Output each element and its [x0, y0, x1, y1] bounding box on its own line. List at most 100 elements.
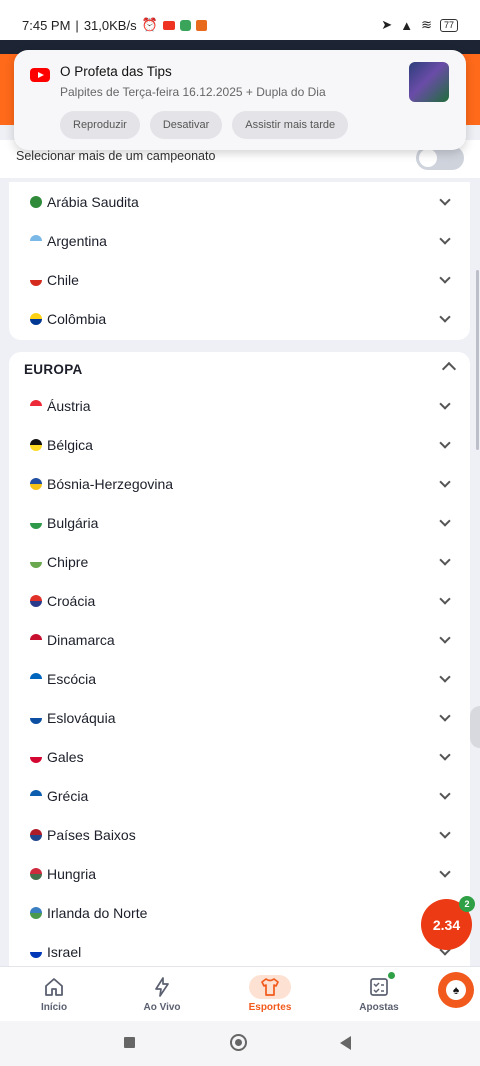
flag-icon — [30, 399, 42, 412]
flag-icon — [30, 828, 42, 841]
clock: 7:45 PM — [22, 17, 71, 33]
country-name: Áustria — [47, 397, 91, 414]
bolt-icon — [150, 975, 174, 999]
chevron-down-icon[interactable] — [439, 397, 451, 410]
notification-title: O Profeta das Tips — [60, 64, 172, 79]
list-item[interactable]: Hungria — [9, 854, 470, 893]
youtube-notification[interactable]: O Profeta das Tips Palpites de Terça-fei… — [14, 50, 466, 150]
odds-value: 2.34 — [432, 916, 461, 933]
list-item[interactable]: Gales — [9, 737, 470, 776]
back-button[interactable] — [340, 1036, 351, 1050]
chevron-down-icon[interactable] — [439, 670, 451, 683]
signal-icon: ▲ — [400, 17, 414, 33]
flag-icon — [30, 672, 42, 685]
list-item[interactable]: Chipre — [9, 542, 470, 581]
betslip-odds-bubble[interactable]: 2.34 2 — [421, 896, 475, 950]
chevron-down-icon[interactable] — [439, 709, 451, 722]
list-item[interactable]: Bulgária — [9, 503, 470, 542]
chevron-up-icon[interactable] — [441, 361, 457, 377]
chevron-down-icon[interactable] — [439, 826, 451, 839]
flag-icon — [30, 789, 42, 802]
country-name: Hungria — [47, 865, 97, 882]
list-item[interactable]: Irlanda do Norte — [9, 893, 470, 932]
flag-icon — [30, 711, 42, 724]
list-item[interactable]: Arábia Saudita — [9, 182, 470, 221]
nav-bets[interactable]: Apostas — [334, 967, 424, 1022]
recents-button[interactable] — [124, 1037, 135, 1048]
nav-sports[interactable]: Esportes — [225, 967, 315, 1022]
nav-home[interactable]: Início — [9, 967, 99, 1022]
flag-icon — [30, 477, 42, 490]
chevron-down-icon[interactable] — [439, 631, 451, 644]
flag-icon — [30, 273, 42, 286]
country-name: Chile — [47, 271, 79, 288]
shirt-icon — [249, 975, 291, 999]
list-item[interactable]: Grécia — [9, 776, 470, 815]
selection-count-badge: 2 — [459, 896, 475, 912]
play-button[interactable]: Reproduzir — [60, 111, 140, 139]
chevron-down-icon[interactable] — [439, 271, 451, 284]
casino-chip-icon[interactable]: ♠ — [438, 972, 474, 1008]
alarm-icon: ⏰ — [141, 17, 158, 32]
list-item[interactable]: Áustria — [9, 386, 470, 425]
bottom-navigation: Início Ao Vivo Esportes Apostas — [0, 966, 480, 1021]
app-icon — [195, 19, 207, 31]
network-speed: 31,0KB/s — [83, 17, 137, 33]
chevron-down-icon[interactable] — [439, 553, 451, 566]
chevron-down-icon[interactable] — [439, 748, 451, 761]
flag-icon — [30, 945, 42, 958]
disable-button[interactable]: Desativar — [149, 111, 223, 139]
chevron-down-icon[interactable] — [439, 514, 451, 527]
wifi-icon: ≋ — [421, 17, 432, 32]
multi-select-label: Selecionar mais de um campeonato — [16, 149, 216, 163]
country-name: Irlanda do Norte — [47, 904, 148, 921]
chevron-down-icon[interactable] — [439, 865, 451, 878]
chevron-down-icon[interactable] — [439, 436, 451, 449]
list-item[interactable]: Argentina — [9, 221, 470, 260]
watch-later-button[interactable]: Assistir mais tarde — [232, 111, 349, 139]
home-icon — [42, 975, 66, 999]
list-item[interactable]: Dinamarca — [9, 620, 470, 659]
list-item[interactable]: Escócia — [9, 659, 470, 698]
chevron-down-icon[interactable] — [439, 232, 451, 245]
list-item[interactable]: Países Baixos — [9, 815, 470, 854]
country-name: Bulgária — [47, 514, 99, 531]
chevron-down-icon[interactable] — [439, 310, 451, 323]
chevron-down-icon[interactable] — [439, 193, 451, 206]
list-item[interactable]: Croácia — [9, 581, 470, 620]
list-item[interactable]: Bósnia-Herzegovina — [9, 464, 470, 503]
list-item[interactable]: Colômbia — [9, 299, 470, 338]
nav-label: Apostas — [359, 1002, 399, 1013]
flag-icon — [30, 438, 42, 451]
flag-icon — [30, 906, 42, 919]
flag-icon — [30, 195, 42, 208]
section-title: EUROPA — [24, 362, 83, 377]
country-name: Chipre — [47, 553, 89, 570]
flag-icon — [30, 633, 42, 646]
list-item[interactable]: Chile — [9, 260, 470, 299]
chevron-down-icon[interactable] — [439, 787, 451, 800]
nav-live[interactable]: Ao Vivo — [117, 967, 207, 1022]
flag-icon — [30, 750, 42, 763]
chevron-down-icon[interactable] — [439, 592, 451, 605]
scrollbar[interactable] — [476, 270, 479, 450]
notification-dot — [388, 972, 395, 979]
europe-card: EUROPA Áustria Bélgica Bósnia-Herzegovina B… — [9, 352, 470, 982]
country-name: Croácia — [47, 592, 96, 609]
home-button[interactable] — [230, 1034, 247, 1051]
system-navigation — [0, 1021, 480, 1066]
country-name: Grécia — [47, 787, 89, 804]
youtube-icon — [162, 20, 175, 30]
chevron-down-icon[interactable] — [439, 475, 451, 488]
country-name: Dinamarca — [47, 631, 115, 648]
edge-handle[interactable] — [470, 706, 480, 748]
list-item[interactable]: Bélgica — [9, 425, 470, 464]
list-item[interactable]: Eslováquia — [9, 698, 470, 737]
nav-label: Ao Vivo — [143, 1002, 181, 1013]
country-name: Eslováquia — [47, 709, 116, 726]
notification-subtitle: Palpites de Terça-feira 16.12.2025 + Dup… — [60, 85, 326, 99]
nav-label: Início — [40, 1002, 68, 1013]
flag-icon — [30, 312, 42, 325]
country-name: Gales — [47, 748, 84, 765]
country-name: Escócia — [47, 670, 97, 687]
